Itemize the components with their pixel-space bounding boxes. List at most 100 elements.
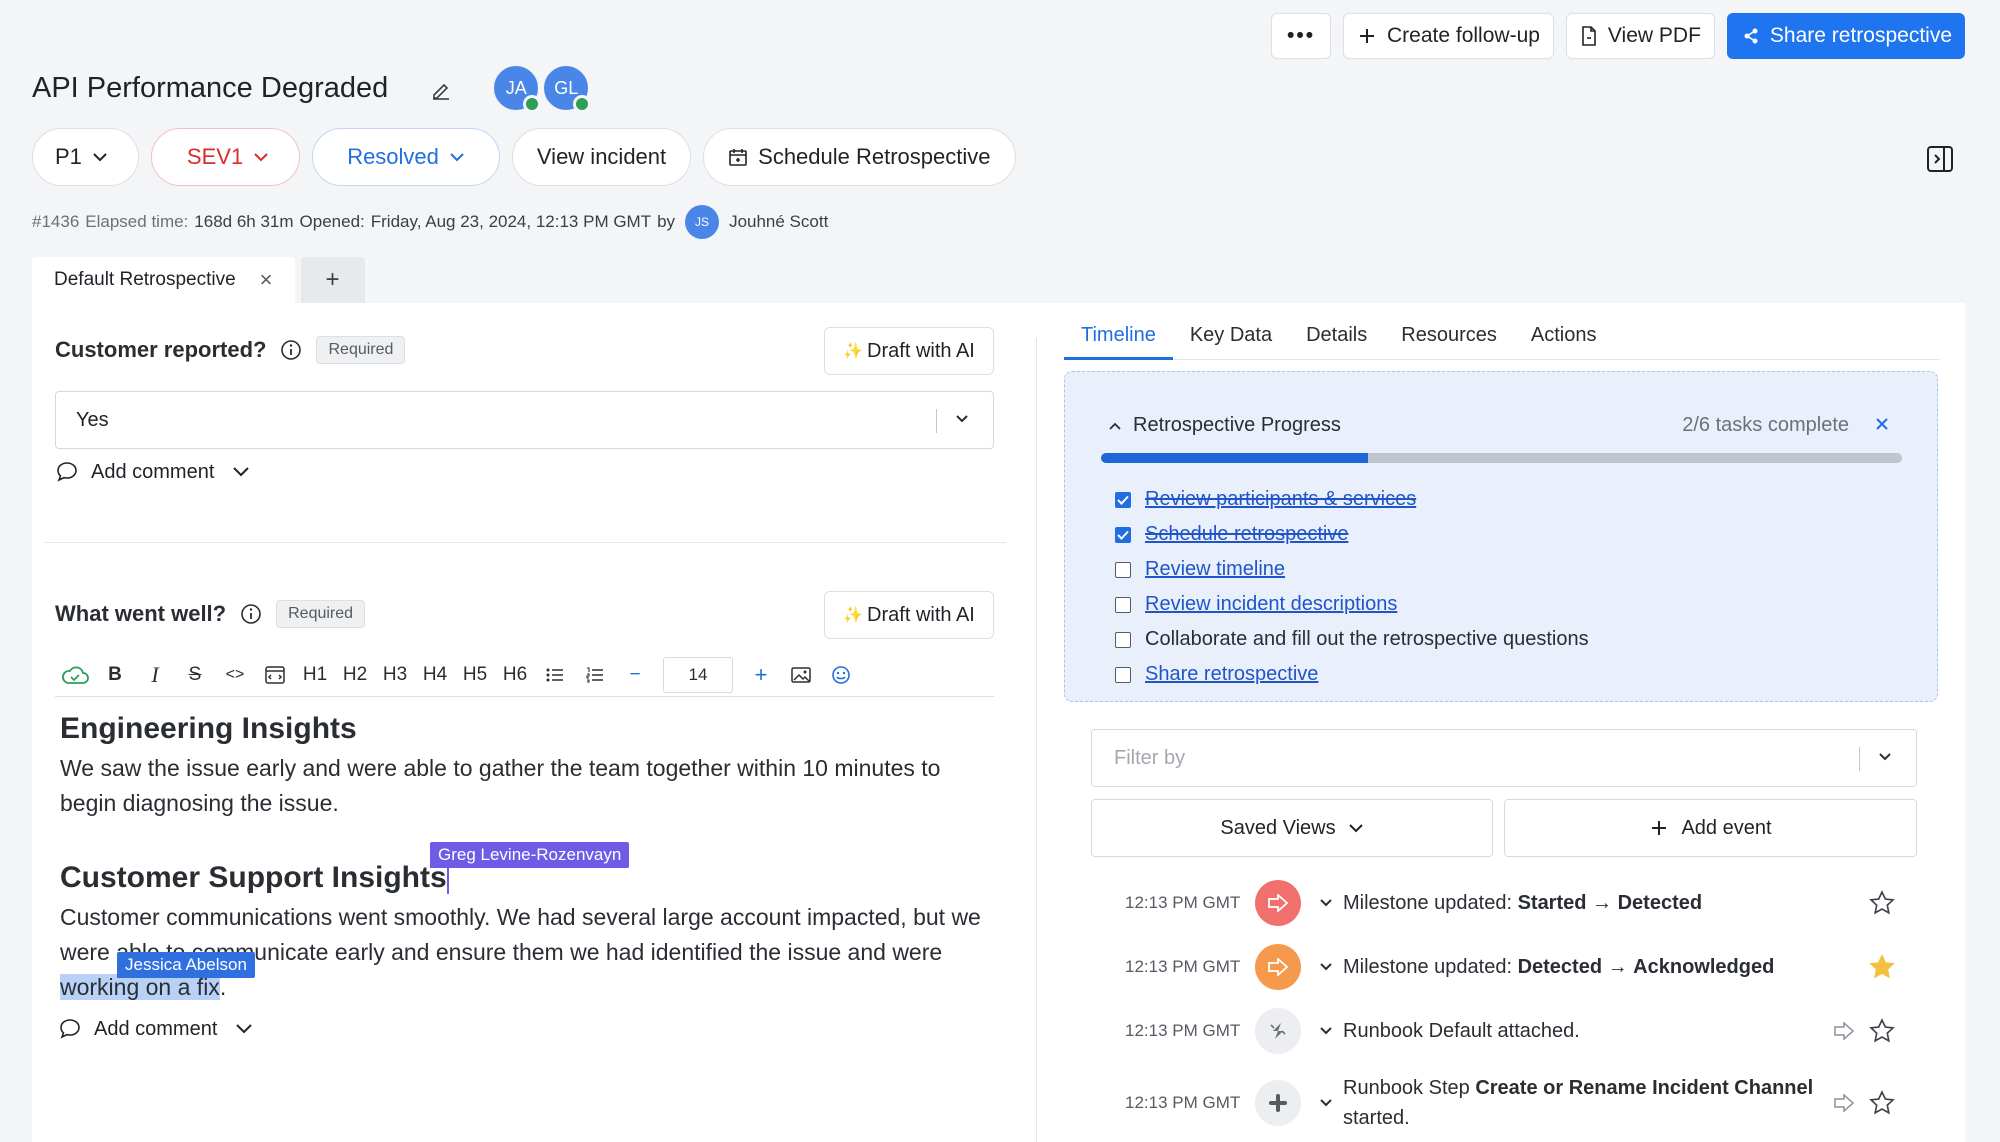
task-label[interactable]: Review timeline — [1145, 558, 1285, 581]
draft-with-ai-button[interactable]: ✨ Draft with AI — [824, 327, 994, 375]
event-actions — [1869, 890, 1895, 916]
task-label[interactable]: Schedule retrospective — [1145, 523, 1348, 546]
tab-label: Default Retrospective — [54, 269, 236, 290]
close-icon[interactable] — [1875, 417, 1889, 431]
chevron-down-icon[interactable] — [1319, 898, 1333, 908]
info-icon[interactable] — [280, 339, 302, 361]
online-indicator — [573, 95, 592, 113]
task-item[interactable]: Review timeline — [1115, 552, 1589, 587]
timeline-event[interactable]: 12:13 PM GMT Runbook Default attached. — [1125, 999, 1895, 1063]
heading-2-button[interactable]: H2 — [335, 657, 375, 693]
edit-icon[interactable] — [430, 79, 452, 101]
code-button[interactable]: <> — [215, 657, 255, 693]
task-item[interactable]: Collaborate and fill out the retrospecti… — [1115, 622, 1589, 657]
avatar[interactable]: GL — [542, 64, 592, 113]
view-pdf-button[interactable]: View PDF — [1565, 13, 1715, 59]
decrease-font-button[interactable]: − — [615, 657, 655, 693]
forward-icon[interactable] — [1833, 1094, 1855, 1112]
timeline-event[interactable]: 12:13 PM GMT Runbook Step Create or Rena… — [1125, 1063, 1895, 1142]
tab-resources[interactable]: Resources — [1384, 318, 1514, 360]
share-retrospective-button[interactable]: Share retrospective — [1726, 13, 1965, 59]
emoji-icon[interactable] — [821, 657, 861, 693]
image-icon[interactable] — [781, 657, 821, 693]
checkbox[interactable] — [1115, 666, 1131, 683]
status-dropdown[interactable]: Resolved — [312, 128, 500, 186]
create-followup-button[interactable]: Create follow-up — [1343, 13, 1554, 59]
add-comment-button[interactable]: Add comment — [58, 1017, 253, 1041]
task-item[interactable]: Review incident descriptions — [1115, 587, 1589, 622]
select-separator — [936, 409, 937, 433]
task-item[interactable]: Review participants & services — [1115, 482, 1589, 517]
font-size-input[interactable]: 14 — [663, 656, 733, 693]
timeline-event[interactable]: 12:13 PM GMT Milestone updated: Started … — [1125, 871, 1895, 935]
tab-actions[interactable]: Actions — [1514, 318, 1614, 360]
info-icon[interactable] — [240, 603, 262, 625]
checkbox-checked[interactable] — [1115, 491, 1131, 508]
forward-icon[interactable] — [1833, 1022, 1855, 1040]
event-bold-text: Detected — [1517, 956, 1603, 978]
tab-default-retrospective[interactable]: Default Retrospective × — [32, 257, 295, 303]
close-icon[interactable]: × — [260, 267, 273, 293]
checkbox[interactable] — [1115, 561, 1131, 578]
star-icon[interactable] — [1869, 890, 1895, 916]
heading-1-button[interactable]: H1 — [295, 657, 335, 693]
task-label[interactable]: Share retrospective — [1145, 663, 1318, 686]
star-icon[interactable] — [1869, 1018, 1895, 1044]
checkbox[interactable] — [1115, 631, 1131, 648]
more-options-button[interactable]: ••• — [1271, 13, 1332, 59]
task-label[interactable]: Review incident descriptions — [1145, 593, 1397, 616]
tab-timeline[interactable]: Timeline — [1064, 318, 1173, 360]
chevron-down-icon[interactable] — [1319, 1026, 1333, 1036]
cloud-sync-icon[interactable] — [55, 657, 95, 693]
tab-key-data[interactable]: Key Data — [1173, 318, 1289, 360]
add-comment-button[interactable]: Add comment — [55, 460, 250, 484]
task-item[interactable]: Share retrospective — [1115, 657, 1589, 692]
strikethrough-button[interactable]: S — [175, 657, 215, 693]
severity-dropdown[interactable]: SEV1 — [150, 128, 301, 186]
event-time: 12:13 PM GMT — [1125, 1021, 1241, 1040]
checkbox-checked[interactable] — [1115, 526, 1131, 543]
timeline-filter[interactable]: Filter by — [1091, 729, 1917, 787]
task-label[interactable]: Review participants & services — [1145, 488, 1416, 511]
bold-button[interactable]: B — [95, 657, 135, 693]
view-incident-button[interactable]: View incident — [511, 128, 692, 186]
task-label: Collaborate and fill out the retrospecti… — [1145, 628, 1589, 650]
chevron-down-icon — [236, 1024, 253, 1034]
numbered-list-icon[interactable] — [575, 657, 615, 693]
add-event-button[interactable]: Add event — [1504, 799, 1917, 857]
chevron-up-icon — [1109, 422, 1121, 430]
heading-4-button[interactable]: H4 — [415, 657, 455, 693]
selected-value: Yes — [76, 408, 109, 431]
customer-reported-select[interactable]: Yes — [55, 391, 994, 449]
title-row: API Performance Degraded JA GL — [32, 64, 592, 113]
star-icon[interactable] — [1869, 1090, 1895, 1116]
task-item[interactable]: Schedule retrospective — [1115, 517, 1589, 552]
checkbox[interactable] — [1115, 596, 1131, 613]
panel-toggle-icon[interactable] — [1926, 145, 1954, 173]
arrow-icon: → — [1607, 956, 1628, 978]
increase-font-button[interactable]: + — [741, 657, 781, 693]
schedule-retrospective-button[interactable]: Schedule Retrospective — [703, 128, 1016, 186]
column-divider — [1036, 338, 1037, 1142]
chevron-down-icon[interactable] — [1319, 1098, 1333, 1108]
heading-3-button[interactable]: H3 — [375, 657, 415, 693]
owner-name[interactable]: Jouhné Scott — [729, 212, 828, 232]
tab-details[interactable]: Details — [1289, 318, 1384, 360]
star-icon[interactable] — [1869, 954, 1895, 980]
code-block-icon[interactable] — [255, 657, 295, 693]
heading-engineering-insights: Engineering Insights — [60, 712, 357, 745]
italic-button[interactable]: I — [135, 657, 175, 693]
saved-views-button[interactable]: Saved Views — [1091, 799, 1493, 857]
add-tab-button[interactable]: + — [300, 257, 365, 303]
chevron-down-icon[interactable] — [1319, 962, 1333, 972]
owner-avatar[interactable]: JS — [685, 205, 720, 239]
bullet-list-icon[interactable] — [535, 657, 575, 693]
avatar[interactable]: JA — [492, 64, 542, 113]
chevron-down-icon — [1348, 824, 1363, 833]
draft-with-ai-button[interactable]: ✨ Draft with AI — [824, 591, 994, 639]
timeline-event[interactable]: 12:13 PM GMT Milestone updated: Detected… — [1125, 935, 1895, 999]
progress-header[interactable]: Retrospective Progress — [1109, 414, 1341, 437]
heading-5-button[interactable]: H5 — [455, 657, 495, 693]
heading-6-button[interactable]: H6 — [495, 657, 535, 693]
priority-dropdown[interactable]: P1 — [32, 128, 139, 186]
